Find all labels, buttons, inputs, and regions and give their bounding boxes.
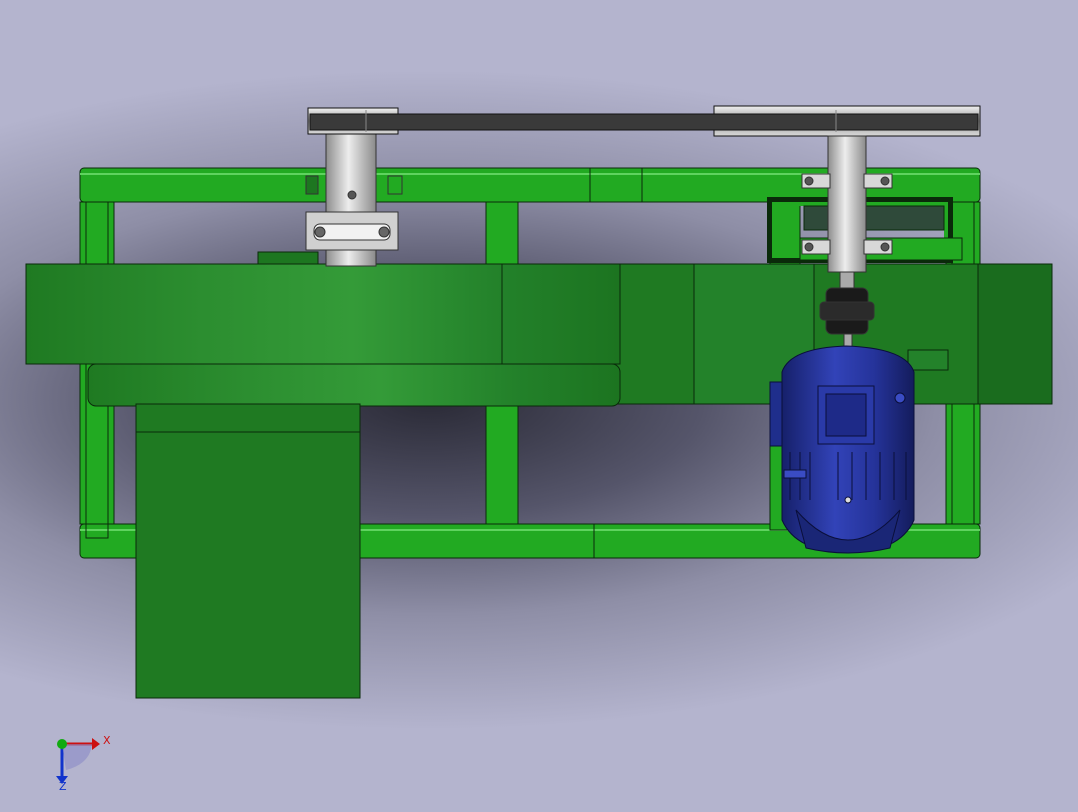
reducer-lower-flange <box>87 363 621 407</box>
belt-strand <box>309 113 979 131</box>
cad-graphics-area[interactable]: X Z <box>0 0 1078 808</box>
cad-model-view: X Z <box>25 105 1053 793</box>
triad-z-label: Z <box>59 780 67 793</box>
hopper-chute <box>135 403 361 699</box>
reducer-top-boss <box>257 251 319 265</box>
motor-shaft <box>827 135 867 273</box>
triad-y-axis <box>57 739 67 749</box>
coordinate-triad: X Z <box>56 734 111 793</box>
reducer-upper-body <box>25 263 621 365</box>
triad-xz-plane <box>62 744 92 770</box>
gear-reducer-housing <box>25 251 621 699</box>
triad-x-label: X <box>103 734 111 747</box>
v-belt <box>307 105 981 137</box>
electric-motor <box>769 345 915 554</box>
